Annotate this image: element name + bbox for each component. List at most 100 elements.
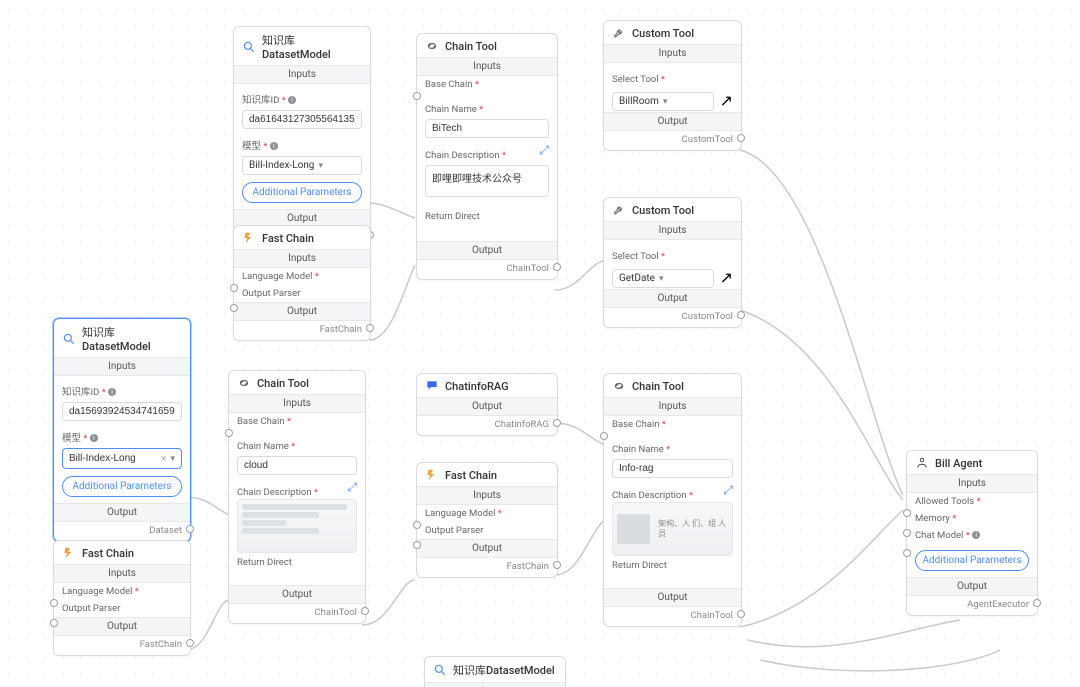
field-label-dataset-id: 知识库ID * i <box>242 95 296 106</box>
field-select-tool: Select Tool * <box>612 74 665 85</box>
field-memory: Memory * <box>907 510 1037 527</box>
node-type: FastChain <box>234 321 370 340</box>
info-icon[interactable]: i <box>972 531 980 539</box>
node-fastchain-2[interactable]: Fast Chain Inputs Language Model * Outpu… <box>53 540 191 656</box>
external-link-icon[interactable]: ↗ <box>720 268 733 287</box>
output-header: Output <box>229 585 365 604</box>
inputs-header: Inputs <box>425 682 565 687</box>
chain-desc-input[interactable]: 即哩即哩技术公众号 <box>425 165 549 197</box>
input-port[interactable] <box>225 429 233 437</box>
node-title: 知识库DatasetModel <box>262 32 362 61</box>
model-select[interactable]: Bill-Index-Long▾ <box>242 156 362 175</box>
node-chaintool-cloud[interactable]: Chain Tool Inputs Base Chain * Chain Nam… <box>228 370 366 624</box>
input-port[interactable] <box>903 529 911 537</box>
input-port[interactable] <box>600 432 608 440</box>
output-port[interactable] <box>553 263 561 271</box>
output-header: Output <box>54 617 190 636</box>
node-chaintool-bitech[interactable]: Chain Tool Inputs Base Chain * Chain Nam… <box>416 33 558 280</box>
node-title: Fast Chain <box>262 232 314 245</box>
field-chain-name: Chain Name * <box>612 444 670 455</box>
node-type: FastChain <box>417 558 557 577</box>
node-type: ChainTool <box>417 260 557 279</box>
additional-params-button[interactable]: Additional Parameters <box>242 182 362 203</box>
field-label-dataset-id: 知识库ID * i <box>62 387 116 398</box>
select-tool-dropdown[interactable]: GetDate▾ <box>612 269 714 288</box>
input-port[interactable] <box>50 599 58 607</box>
node-dataset-2[interactable]: 知识库DatasetModel Inputs 知识库ID * i 模型 * i … <box>53 318 191 542</box>
chain-name-input[interactable] <box>237 456 357 475</box>
input-port[interactable] <box>903 509 911 517</box>
field-base-chain: Base Chain * <box>604 416 741 433</box>
output-header: Output <box>604 112 741 131</box>
additional-params-button[interactable]: Additional Parameters <box>62 476 182 497</box>
chain-desc-preview[interactable]: 架构、人 们、组 人员 <box>612 502 733 556</box>
field-return-direct: Return Direct <box>604 557 741 574</box>
chain-name-input[interactable] <box>612 459 733 478</box>
node-customtool-billroom[interactable]: Custom Tool Inputs Select Tool * BillRoo… <box>603 20 742 151</box>
field-return-direct: Return Direct <box>417 208 557 225</box>
node-title: 知识库DatasetModel <box>453 662 555 678</box>
chain-name-input[interactable] <box>425 119 549 138</box>
input-port[interactable] <box>230 304 238 312</box>
output-port[interactable] <box>361 607 369 615</box>
node-type: CustomTool <box>604 308 741 327</box>
info-icon[interactable]: i <box>108 388 116 396</box>
output-port[interactable] <box>553 419 561 427</box>
node-bill-agent[interactable]: Bill Agent Inputs Allowed Tools * Memory… <box>906 450 1038 616</box>
field-chain-name: Chain Name * <box>425 104 483 115</box>
node-customtool-getdate[interactable]: Custom Tool Inputs Select Tool * GetDate… <box>603 197 742 328</box>
input-port[interactable] <box>413 541 421 549</box>
info-icon[interactable]: i <box>90 434 98 442</box>
external-link-icon[interactable]: ↗ <box>720 91 733 110</box>
dataset-id-input[interactable] <box>62 402 182 421</box>
node-dataset-3[interactable]: 知识库DatasetModel Inputs <box>424 656 566 687</box>
additional-params-button[interactable]: Additional Parameters <box>915 550 1029 571</box>
output-port[interactable] <box>553 561 561 569</box>
info-icon[interactable]: i <box>270 142 278 150</box>
field-return-direct: Return Direct <box>229 554 365 571</box>
output-port[interactable] <box>737 610 745 618</box>
expand-icon[interactable]: ⤢ <box>347 480 357 495</box>
node-chatinforag[interactable]: ChatinfoRAG Output ChatinfoRAG <box>416 373 558 436</box>
node-type: FastChain <box>54 636 190 655</box>
chain-desc-preview[interactable] <box>237 499 357 553</box>
input-port[interactable] <box>413 521 421 529</box>
field-output-parser: Output Parser <box>417 522 557 539</box>
model-select[interactable]: × ▾ <box>62 448 182 469</box>
field-allowed-tools: Allowed Tools * <box>907 493 1037 510</box>
select-tool-dropdown[interactable]: BillRoom▾ <box>612 92 714 111</box>
field-chain-desc: Chain Description * ⤢ <box>425 150 506 161</box>
expand-icon[interactable]: ⤢ <box>723 483 733 498</box>
inputs-header: Inputs <box>604 44 741 63</box>
info-icon[interactable]: i <box>288 96 296 104</box>
chain-icon <box>612 379 626 393</box>
expand-icon[interactable]: ⤢ <box>539 143 549 158</box>
inputs-header: Inputs <box>417 486 557 505</box>
output-port[interactable] <box>366 324 374 332</box>
search-icon <box>242 40 256 54</box>
clear-icon[interactable]: × <box>161 452 167 465</box>
node-type: ChatinfoRAG <box>417 416 557 435</box>
node-title: ChatinfoRAG <box>445 380 509 393</box>
output-port[interactable] <box>1033 599 1041 607</box>
input-port[interactable] <box>50 619 58 627</box>
output-port[interactable] <box>186 639 194 647</box>
node-fastchain-1[interactable]: Fast Chain Inputs Language Model * Outpu… <box>233 225 371 341</box>
output-port[interactable] <box>737 134 745 142</box>
output-port[interactable] <box>186 525 194 533</box>
output-port[interactable] <box>737 311 745 319</box>
dataset-id-input[interactable] <box>242 110 362 129</box>
inputs-header: Inputs <box>417 57 557 76</box>
field-chain-desc: Chain Description * ⤢ <box>612 490 693 501</box>
node-chaintool-inforag[interactable]: Chain Tool Inputs Base Chain * Chain Nam… <box>603 373 742 627</box>
node-fastchain-3[interactable]: Fast Chain Inputs Language Model * Outpu… <box>416 462 558 578</box>
search-icon <box>62 332 76 346</box>
input-port[interactable] <box>230 284 238 292</box>
wrench-icon <box>612 203 626 217</box>
wrench-icon <box>612 26 626 40</box>
node-dataset-1[interactable]: 知识库DatasetModel Inputs 知识库ID * i 模型 * i … <box>233 26 371 248</box>
input-port[interactable] <box>903 549 911 557</box>
input-port[interactable] <box>413 92 421 100</box>
node-title: Bill Agent <box>935 457 982 470</box>
field-chat-model: Chat Model * i <box>907 527 1037 544</box>
